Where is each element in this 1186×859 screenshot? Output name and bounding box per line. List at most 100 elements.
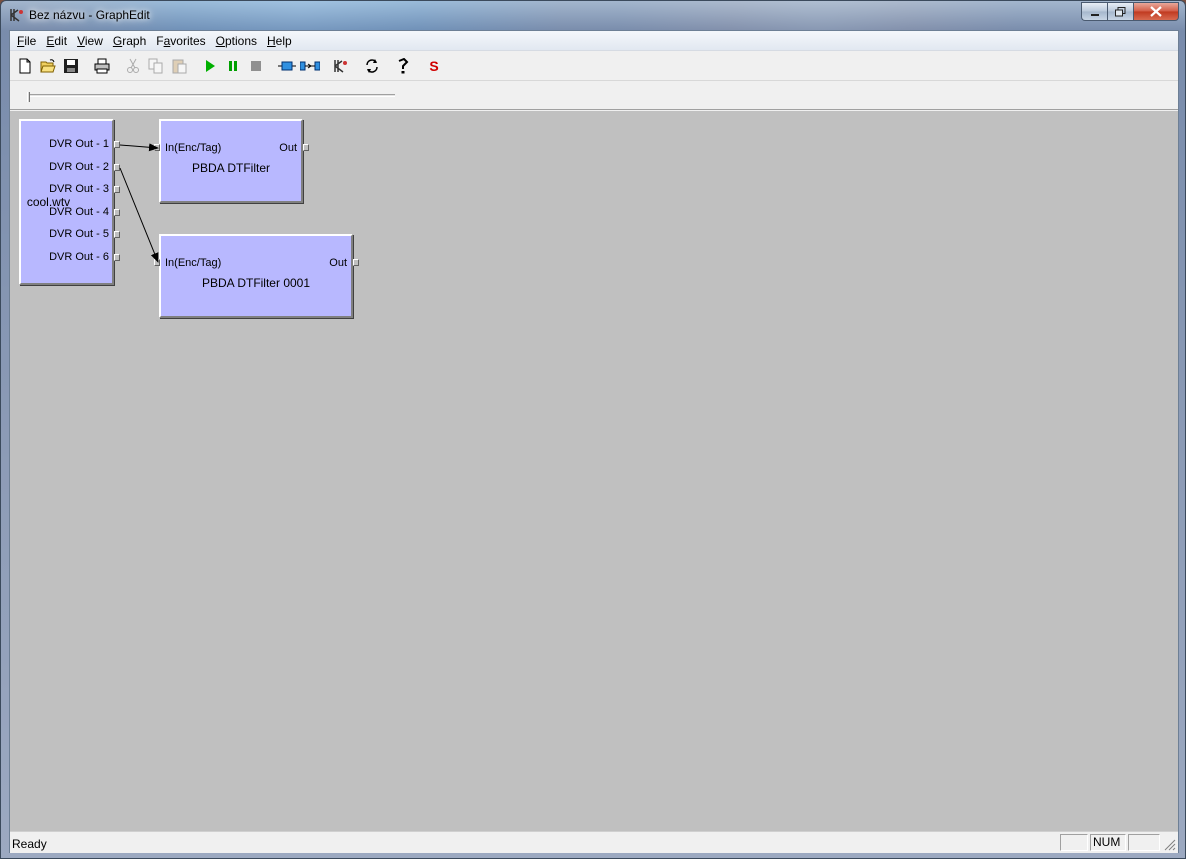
connection-dvr-out-1-to-filter1: [119, 143, 159, 152]
insert-filter-icon: [278, 61, 296, 71]
play-button[interactable]: [199, 55, 221, 77]
save-button[interactable]: [60, 55, 82, 77]
pin-filter1-in[interactable]: [154, 144, 160, 151]
menu-options[interactable]: Options: [211, 31, 262, 51]
menu-bar: File Edit View Graph Favorites Options H…: [10, 31, 1178, 51]
filter-source[interactable]: DVR Out - 1 DVR Out - 2 DVR Out - 3 DVR …: [19, 119, 114, 285]
toolbar-separator: [415, 55, 423, 77]
menu-favorites-prefix: F: [156, 33, 164, 48]
menu-options-hotkey: O: [215, 33, 225, 48]
insert-filter-button[interactable]: [276, 55, 298, 77]
new-icon: [19, 58, 31, 74]
close-icon: [1150, 6, 1162, 17]
cut-icon: [127, 58, 139, 73]
menu-edit-label: dit: [54, 33, 68, 48]
pin-label-dvr-out-5: DVR Out - 5: [49, 228, 109, 240]
toolbar-separator: [322, 55, 330, 77]
pin-dvr-out-3[interactable]: [114, 186, 120, 193]
menu-view-hotkey: V: [77, 33, 85, 48]
play-icon: [206, 60, 215, 72]
seek-thumb[interactable]: [27, 92, 30, 102]
resize-grip-icon[interactable]: [1164, 839, 1176, 851]
copy-icon: [148, 58, 163, 74]
menu-favorites-label: vorites: [170, 33, 206, 48]
help-icon: [398, 58, 409, 74]
connect-icon: [300, 61, 320, 71]
paste-icon: [172, 59, 187, 74]
pin-label-dvr-out-2: DVR Out - 2: [49, 161, 109, 173]
pin-dvr-out-5[interactable]: [114, 231, 120, 238]
toolbar-separator: [83, 55, 91, 77]
menu-edit[interactable]: Edit: [41, 31, 72, 51]
status-pane-num: NUM: [1090, 834, 1126, 851]
minimize-button[interactable]: [1081, 2, 1107, 21]
filter-pbda-dtfilter-0001-name: PBDA DTFilter 0001: [201, 276, 311, 290]
menu-favorites[interactable]: Favorites: [151, 31, 210, 51]
graphedit-icon: [334, 60, 347, 73]
graph-canvas[interactable]: DVR Out - 1 DVR Out - 2 DVR Out - 3 DVR …: [10, 111, 1178, 831]
pin-label-dvr-out-1: DVR Out - 1: [49, 138, 109, 150]
paste-button[interactable]: [168, 55, 190, 77]
filter-pbda-dtfilter-0001[interactable]: In(Enc/Tag) Out PBDA DTFilter 0001: [159, 234, 353, 318]
help-button[interactable]: [392, 55, 414, 77]
pin-dvr-out-6[interactable]: [114, 254, 120, 261]
status-bar: Ready NUM: [10, 831, 1178, 853]
graphedit-window: Bez názvu - GraphEdit File Edit View Gra…: [0, 0, 1186, 859]
pin-label-out: Out: [279, 142, 297, 154]
new-button[interactable]: [14, 55, 36, 77]
graphedit-app-icon: [9, 7, 25, 23]
menu-file-label: ile: [24, 33, 37, 48]
menu-view[interactable]: View: [72, 31, 108, 51]
pin-label-in-enc-tag: In(Enc/Tag): [165, 257, 222, 269]
stop-button[interactable]: [245, 55, 267, 77]
s-button[interactable]: S: [423, 55, 445, 77]
pin-filter1-out[interactable]: [303, 144, 309, 151]
menu-help-hotkey: H: [267, 33, 276, 48]
menu-help[interactable]: Help: [262, 31, 297, 51]
restore-icon: [1115, 6, 1126, 16]
toolbar: S: [10, 52, 1178, 81]
pin-filter2-out[interactable]: [353, 259, 359, 266]
status-text: Ready: [12, 837, 47, 851]
graphedit-button[interactable]: [330, 55, 352, 77]
close-button[interactable]: [1133, 2, 1179, 21]
pin-label-dvr-out-3: DVR Out - 3: [49, 183, 109, 195]
cut-button[interactable]: [122, 55, 144, 77]
pin-label-out: Out: [329, 257, 347, 269]
caption-buttons: [1081, 2, 1179, 21]
connect-button[interactable]: [299, 55, 321, 77]
connection-dvr-out-2-to-filter2: [119, 167, 159, 263]
toolbar-separator: [191, 55, 199, 77]
pin-dvr-out-1[interactable]: [114, 141, 120, 148]
pin-dvr-out-2[interactable]: [114, 164, 120, 171]
seek-track[interactable]: [27, 94, 395, 97]
print-icon: [94, 58, 110, 74]
toolbar-separator: [268, 55, 276, 77]
copy-button[interactable]: [145, 55, 167, 77]
print-button[interactable]: [91, 55, 113, 77]
title-bar[interactable]: Bez názvu - GraphEdit: [1, 1, 1185, 29]
open-button[interactable]: [37, 55, 59, 77]
toolbar-separator: [353, 55, 361, 77]
maximize-button[interactable]: [1107, 2, 1133, 21]
filter-pbda-dtfilter-name: PBDA DTFilter: [191, 161, 270, 175]
minimize-icon: [1090, 13, 1099, 16]
menu-graph-hotkey: G: [112, 33, 123, 48]
connections-layer: [119, 143, 159, 263]
pin-filter2-in[interactable]: [154, 259, 160, 266]
pause-button[interactable]: [222, 55, 244, 77]
stop-icon: [251, 61, 261, 71]
menu-options-label: ptions: [224, 33, 257, 48]
toolbar-separator: [114, 55, 122, 77]
pin-label-dvr-out-6: DVR Out - 6: [49, 251, 109, 263]
toolbar-separator: [384, 55, 392, 77]
filter-pbda-dtfilter[interactable]: In(Enc/Tag) Out PBDA DTFilter: [159, 119, 303, 203]
pin-dvr-out-4[interactable]: [114, 209, 120, 216]
refresh-button[interactable]: [361, 55, 383, 77]
s-icon: S: [429, 58, 439, 74]
open-icon: [40, 59, 56, 73]
menu-file[interactable]: File: [12, 31, 41, 51]
refresh-icon: [366, 59, 378, 73]
menu-graph[interactable]: Graph: [108, 31, 151, 51]
menu-help-label: elp: [275, 33, 292, 48]
